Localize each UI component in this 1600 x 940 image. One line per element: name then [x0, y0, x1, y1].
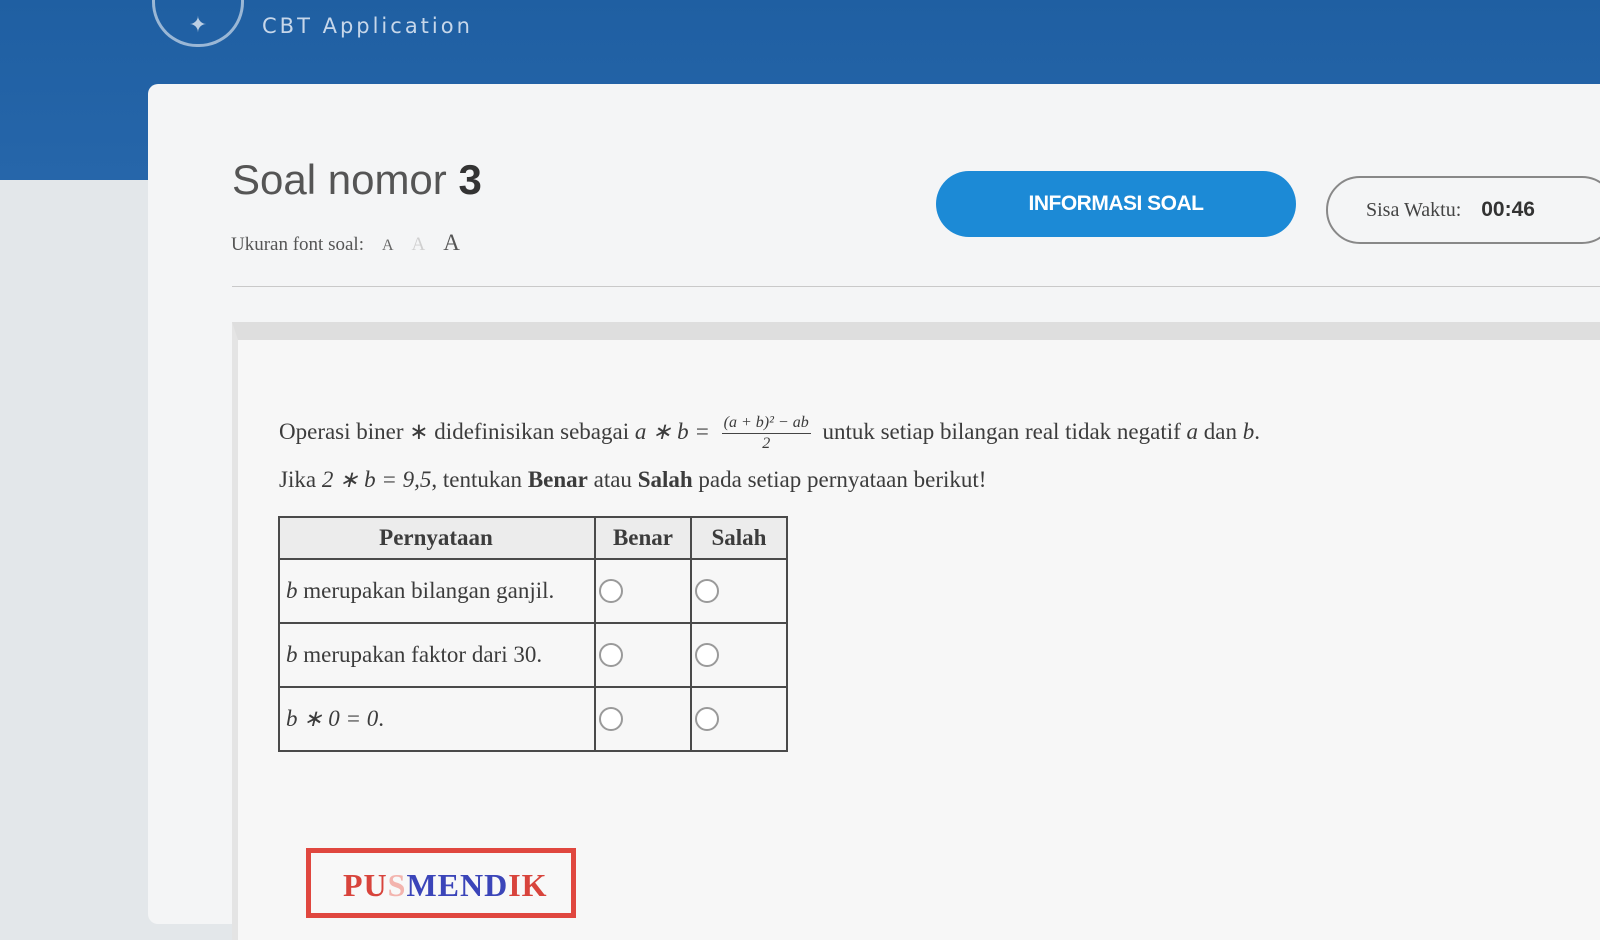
question-text: Operasi biner ∗ didefinisikan sebagai a … — [279, 408, 1419, 504]
benar-radio[interactable] — [599, 707, 623, 731]
font-size-medium-button[interactable]: A — [412, 234, 426, 256]
divider — [232, 286, 1600, 287]
header-benar: Benar — [594, 516, 692, 560]
benar-cell — [594, 686, 692, 752]
page-title: Soal nomor 3 — [232, 156, 482, 204]
salah-cell — [690, 622, 788, 688]
statement-cell: b merupakan bilangan ganjil. — [278, 558, 596, 624]
font-size-selector: Ukuran font soal: A A A — [231, 230, 460, 256]
salah-cell — [690, 558, 788, 624]
line2-mid: , tentukan — [431, 467, 523, 492]
watermark-part: S — [387, 867, 407, 903]
statement-text: . — [378, 706, 385, 731]
intro-text-2: untuk setiap bilangan real tidak negatif — [822, 419, 1181, 444]
font-size-small-button[interactable]: A — [382, 237, 394, 255]
statement-cell: b merupakan faktor dari 30. — [278, 622, 596, 688]
formula-denominator: 2 — [762, 435, 771, 453]
pusmendik-watermark: PUSMENDIK — [306, 848, 576, 918]
timer-value: 00:46 — [1481, 198, 1535, 221]
header-salah: Salah — [690, 516, 788, 560]
watermark-part: IK — [508, 867, 548, 903]
period: . — [1254, 419, 1260, 444]
watermark-part: PU — [343, 867, 388, 903]
benar-radio[interactable] — [599, 643, 623, 667]
salah-radio[interactable] — [695, 579, 719, 603]
statement-cell: b ∗ 0 = 0. — [278, 686, 596, 752]
statement-text: merupakan faktor dari 30. — [297, 642, 543, 667]
table-row: b ∗ 0 = 0. — [278, 686, 788, 752]
info-question-button[interactable]: INFORMASI SOAL — [936, 171, 1296, 237]
benar-cell — [594, 558, 692, 624]
statement-table: Pernyataan Benar Salah b merupakan bilan… — [278, 516, 788, 752]
benar-word: Benar — [527, 467, 588, 492]
formula-lhs: a ∗ b = — [634, 419, 710, 444]
timer-label: Sisa Waktu: — [1366, 198, 1462, 221]
statement-var: b — [286, 578, 298, 603]
formula-numerator: (a + b)² − ab — [721, 413, 811, 435]
header-statement: Pernyataan — [278, 516, 596, 560]
table-row: b merupakan bilangan ganjil. — [278, 558, 788, 624]
atau-word: atau — [593, 467, 632, 492]
app-subtitle: CBT Application — [262, 14, 473, 38]
benar-radio[interactable] — [599, 579, 623, 603]
var-a: a — [1186, 419, 1199, 444]
salah-radio[interactable] — [695, 707, 719, 731]
line2-suffix: pada setiap pernyataan berikut! — [698, 467, 987, 492]
and-text: dan — [1203, 419, 1237, 444]
title-prefix: Soal nomor — [232, 156, 447, 203]
intro-text: Operasi biner ∗ didefinisikan sebagai — [279, 419, 630, 444]
emblem-icon: ✦ — [152, 0, 244, 47]
line2-prefix: Jika — [279, 467, 317, 492]
font-size-label: Ukuran font soal: — [231, 234, 364, 255]
statement-text: merupakan bilangan ganjil. — [297, 578, 555, 603]
question-number: 3 — [458, 156, 482, 203]
table-row: b merupakan faktor dari 30. — [278, 622, 788, 688]
statement-var: b ∗ 0 = 0 — [286, 706, 379, 731]
table-header-row: Pernyataan Benar Salah — [278, 516, 788, 560]
salah-radio[interactable] — [695, 643, 719, 667]
benar-cell — [594, 622, 692, 688]
salah-word: Salah — [637, 467, 693, 492]
font-size-large-button[interactable]: A — [443, 230, 460, 256]
formula-fraction: (a + b)² − ab 2 — [721, 413, 811, 454]
var-b: b — [1242, 419, 1255, 444]
logo: ✦ — [152, 0, 244, 47]
salah-cell — [690, 686, 788, 752]
statement-var: b — [286, 642, 298, 667]
timer: Sisa Waktu: 00:46 — [1326, 176, 1600, 244]
watermark-part: MEND — [406, 867, 509, 903]
line2-math: 2 ∗ b = 9,5 — [321, 467, 432, 492]
